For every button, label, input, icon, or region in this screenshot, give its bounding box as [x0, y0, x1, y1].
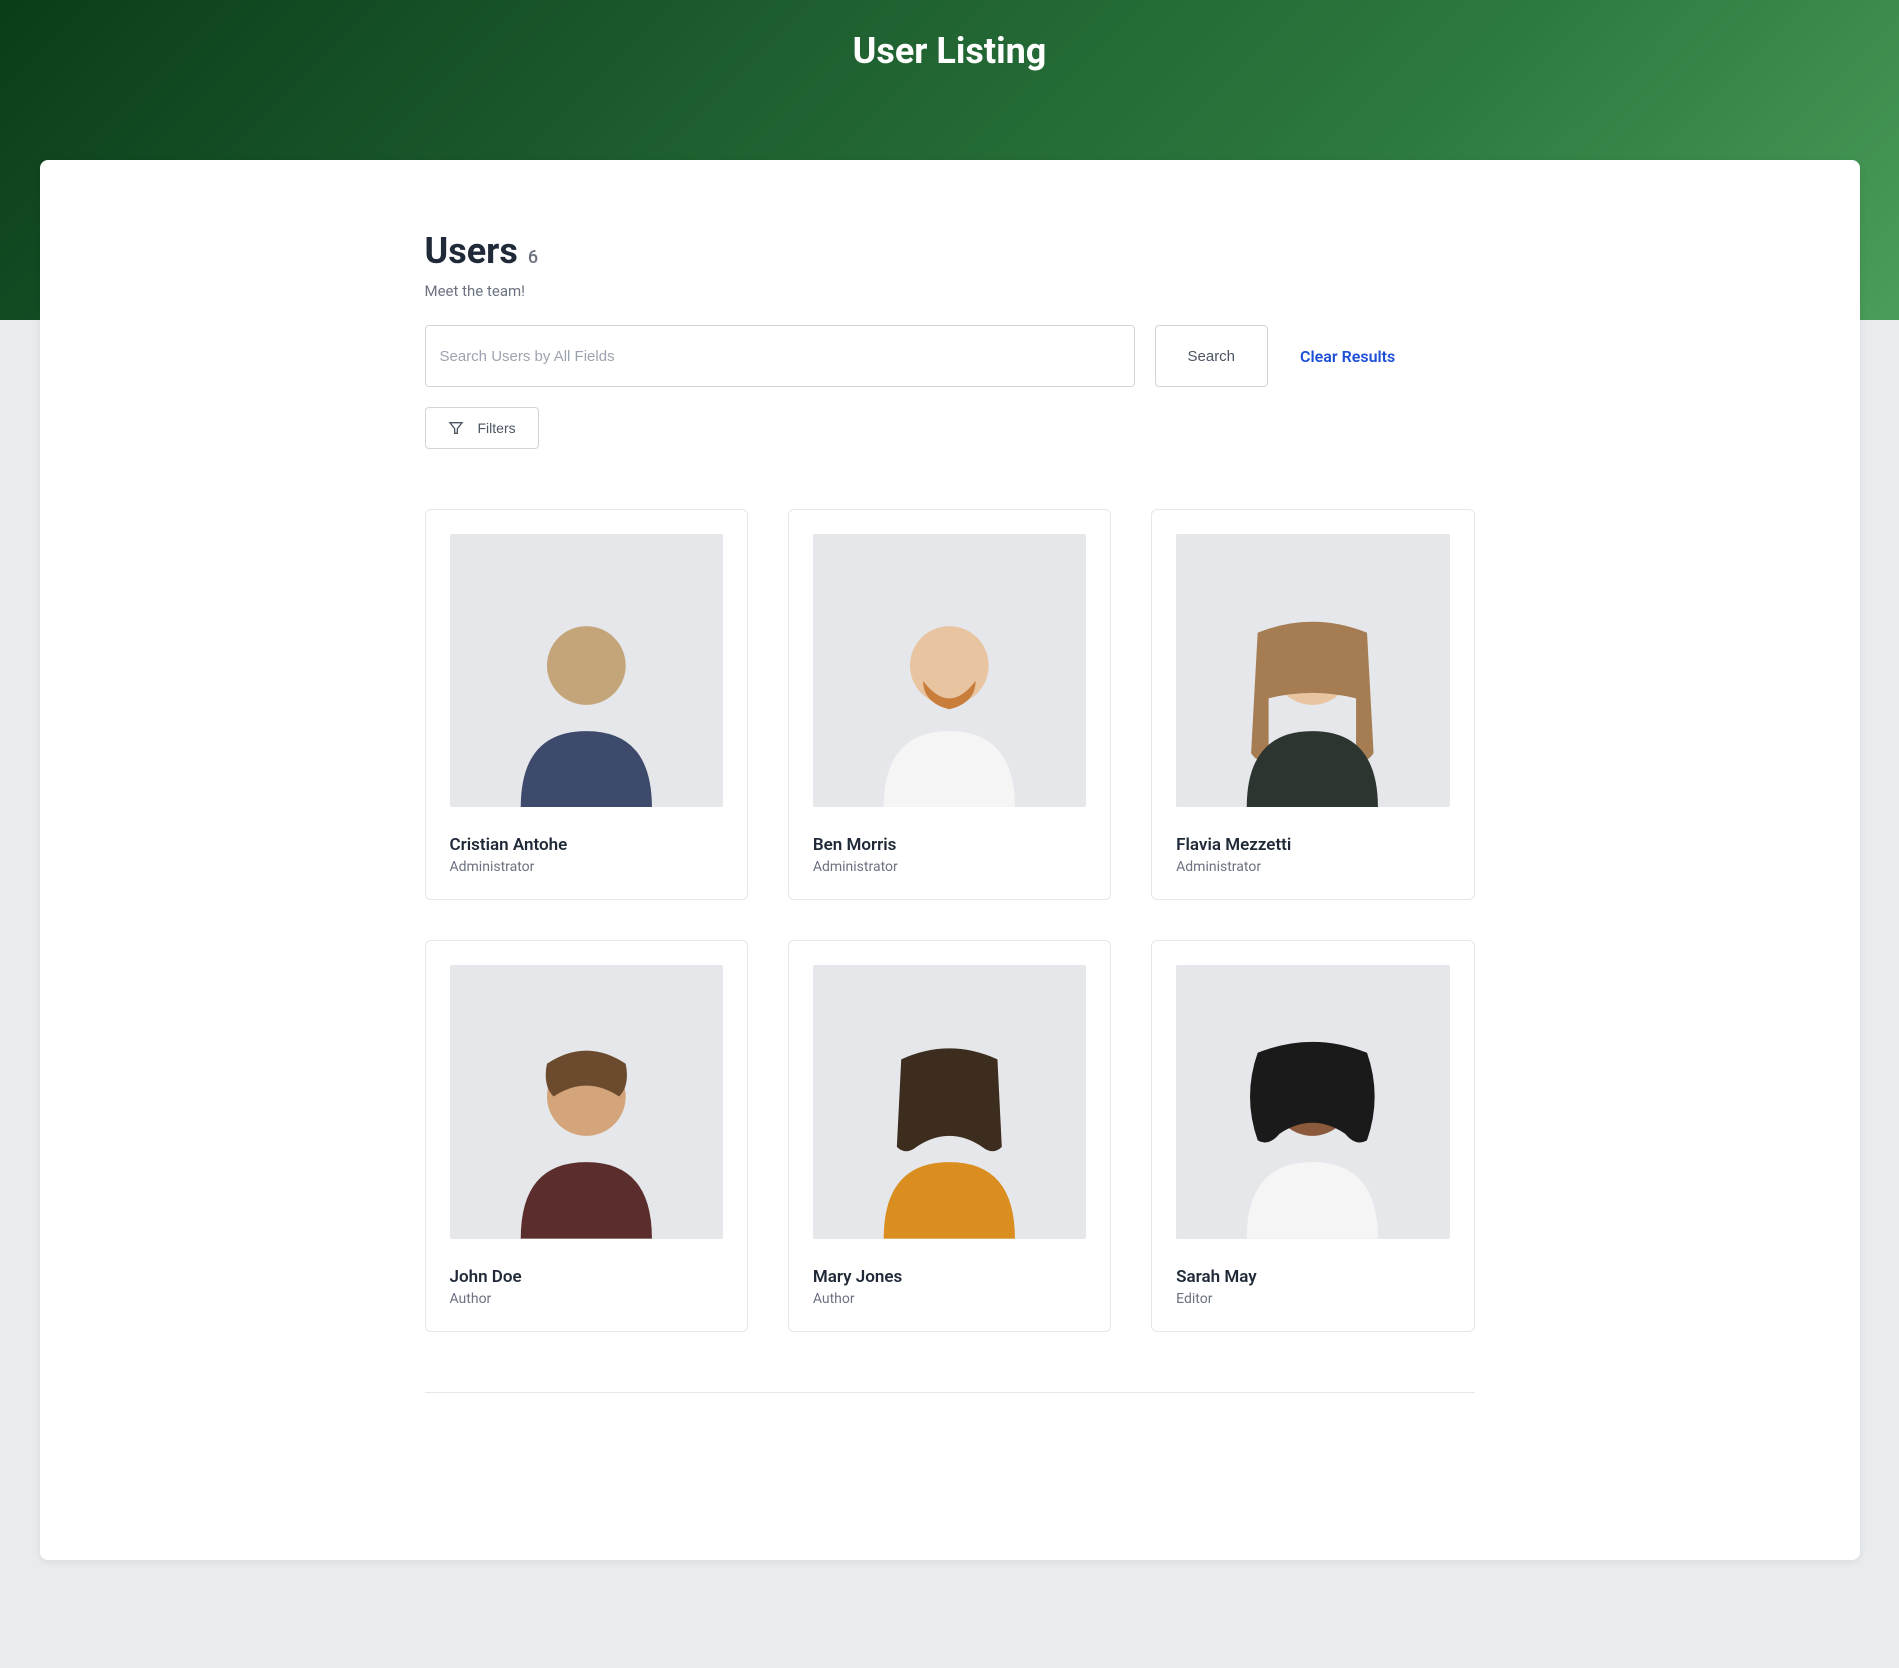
- user-card[interactable]: Ben Morris Administrator: [788, 509, 1111, 900]
- users-grid: Cristian Antohe Administrator Ben Morris…: [425, 509, 1475, 1332]
- user-role: Administrator: [1176, 859, 1449, 875]
- search-button[interactable]: Search: [1155, 325, 1269, 387]
- user-name: John Doe: [450, 1267, 723, 1287]
- user-card[interactable]: Mary Jones Author: [788, 940, 1111, 1331]
- main-card: Users 6 Meet the team! Search Clear Resu…: [40, 160, 1860, 1560]
- user-name: Sarah May: [1176, 1267, 1449, 1287]
- user-name: Mary Jones: [813, 1267, 1086, 1287]
- avatar: [450, 965, 723, 1238]
- search-row: Search Clear Results: [425, 325, 1475, 387]
- section-subtitle: Meet the team!: [425, 282, 1475, 300]
- divider: [425, 1392, 1475, 1393]
- heading-row: Users 6: [425, 230, 1475, 272]
- user-name: Cristian Antohe: [450, 835, 723, 855]
- clear-results-link[interactable]: Clear Results: [1300, 347, 1395, 366]
- avatar: [813, 534, 1086, 807]
- filters-button[interactable]: Filters: [425, 407, 539, 449]
- users-heading: Users: [425, 230, 518, 272]
- avatar: [813, 965, 1086, 1238]
- user-card[interactable]: Cristian Antohe Administrator: [425, 509, 748, 900]
- user-role: Author: [450, 1291, 723, 1307]
- users-count: 6: [528, 247, 538, 268]
- filter-icon: [448, 420, 464, 436]
- user-role: Administrator: [450, 859, 723, 875]
- user-role: Author: [813, 1291, 1086, 1307]
- content-wrapper: Users 6 Meet the team! Search Clear Resu…: [405, 230, 1495, 1393]
- avatar: [1176, 965, 1449, 1238]
- filters-label: Filters: [478, 420, 516, 436]
- hero-title: User Listing: [0, 30, 1899, 72]
- user-card[interactable]: Sarah May Editor: [1151, 940, 1474, 1331]
- user-card[interactable]: John Doe Author: [425, 940, 748, 1331]
- user-role: Editor: [1176, 1291, 1449, 1307]
- avatar: [450, 534, 723, 807]
- user-role: Administrator: [813, 859, 1086, 875]
- avatar: [1176, 534, 1449, 807]
- search-input[interactable]: [425, 325, 1135, 387]
- user-name: Flavia Mezzetti: [1176, 835, 1449, 855]
- user-card[interactable]: Flavia Mezzetti Administrator: [1151, 509, 1474, 900]
- user-name: Ben Morris: [813, 835, 1086, 855]
